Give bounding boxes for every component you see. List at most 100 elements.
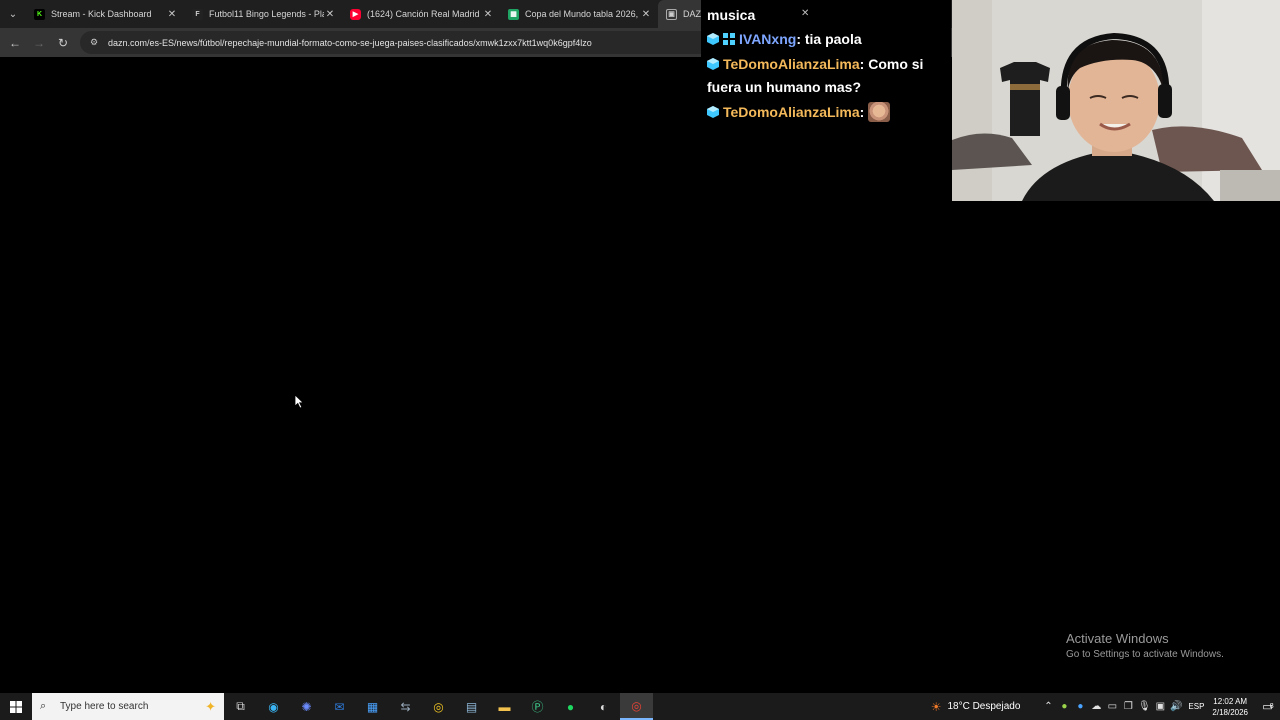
- chat-text: : tia paola: [796, 31, 862, 47]
- app-p-icon: Ⓟ: [531, 700, 544, 714]
- chat-overlay: musica ✕ IVANxng: tia paola TeDomoAlianz…: [701, 0, 951, 140]
- tab-kick[interactable]: K Stream - Kick Dashboard ✕: [26, 0, 184, 28]
- webcam-feed: [952, 0, 1280, 201]
- task-view-icon: ⧉: [236, 699, 245, 713]
- copilot-button[interactable]: ✺: [290, 693, 323, 720]
- app-p-button[interactable]: Ⓟ: [521, 693, 554, 720]
- spotify-button[interactable]: ●: [554, 693, 587, 720]
- store-button[interactable]: ▦: [356, 693, 389, 720]
- tab-youtube[interactable]: ▶ (1624) Canción Real Madrid vs ✕: [342, 0, 500, 28]
- back-button[interactable]: ←: [3, 31, 27, 55]
- mail-icon: ✉: [334, 699, 345, 714]
- tab-label: Futbol11 Bingo Legends - Play: [209, 9, 324, 19]
- dazn-icon: ▣: [666, 8, 677, 20]
- app-tray-icon[interactable]: ●: [1056, 701, 1072, 712]
- volume-icon[interactable]: 🔊: [1168, 701, 1184, 712]
- chat-username: TeDomoAlianzaLima: [723, 56, 860, 72]
- notification-button[interactable]: ▭ 8: [1256, 693, 1280, 720]
- reload-button[interactable]: ↻: [51, 31, 75, 55]
- edge-icon: ◉: [268, 699, 279, 714]
- close-icon[interactable]: ✕: [166, 9, 178, 20]
- chrome-icon: ◎: [433, 699, 444, 714]
- app-button[interactable]: ⇆: [389, 693, 422, 720]
- forward-button[interactable]: →: [27, 31, 51, 55]
- futbol11-icon: F: [192, 8, 203, 20]
- activate-windows-subtitle: Go to Settings to activate Windows.: [1066, 649, 1224, 660]
- emote-face-icon: [868, 102, 891, 122]
- youtube-icon: ▶: [350, 8, 361, 20]
- chat-username: IVANxng: [739, 31, 797, 47]
- clock-time: 12:02 AM: [1213, 696, 1248, 706]
- clock[interactable]: 12:02 AM 2/18/2026: [1212, 696, 1248, 718]
- notepad-icon: ▤: [465, 699, 478, 714]
- notepad-button[interactable]: ▤: [455, 693, 488, 720]
- url-text: dazn.com/es-ES/news/fútbol/repechaje-mun…: [108, 37, 592, 48]
- weather-text: 18°C Despejado: [947, 701, 1021, 712]
- reload-icon: ↻: [57, 35, 69, 50]
- spotify-icon: ●: [566, 699, 575, 714]
- tab-label: (1624) Canción Real Madrid vs: [367, 9, 482, 19]
- taskbar-search-box[interactable]: ⌕ Type here to search ✦: [32, 693, 224, 720]
- chat-message: IVANxng: tia paola: [707, 28, 945, 51]
- subscriber-badge-icon: [707, 33, 719, 45]
- verified-badge-icon: [723, 33, 735, 45]
- mouse-cursor-icon: [294, 394, 304, 409]
- obs-icon: ◐: [599, 699, 608, 714]
- weather-icon: ☀: [930, 699, 942, 714]
- chevron-down-icon: ⌄: [8, 8, 18, 20]
- search-placeholder: Type here to search: [60, 701, 149, 712]
- search-icon: ⌕: [40, 700, 47, 712]
- system-tray: ☀ 18°C Despejado ⌃ ● ● ☁ ▭ ❐ 🎙 ▣ 🔊 ESP 1…: [931, 693, 1280, 720]
- app-tray-icon[interactable]: ●: [1072, 701, 1088, 712]
- task-view-button[interactable]: ⧉: [224, 693, 257, 720]
- copilot-icon: ✺: [301, 699, 312, 714]
- tab-search-button[interactable]: ⌄: [0, 0, 26, 28]
- kick-icon: K: [34, 8, 45, 20]
- activate-windows-watermark: Activate Windows Go to Settings to activ…: [1066, 631, 1224, 660]
- cloud-icon[interactable]: ☁: [1088, 701, 1104, 712]
- close-icon[interactable]: ✕: [640, 9, 652, 20]
- arrow-left-icon: ←: [9, 35, 21, 50]
- store-icon: ▦: [366, 699, 379, 714]
- clock-date: 2/18/2026: [1212, 707, 1248, 717]
- edge-button[interactable]: ◉: [257, 693, 290, 720]
- language-indicator[interactable]: ESP: [1188, 702, 1204, 711]
- webcam-image: [952, 0, 1280, 201]
- windows-taskbar: ⌕ Type here to search ✦ ⧉ ◉ ✺ ✉ ▦ ⇆ ◎ ▤ …: [0, 693, 1280, 720]
- chrome-active-button[interactable]: ◎: [620, 693, 653, 720]
- sparkle-icon: ✦: [205, 698, 216, 714]
- arrow-right-icon: →: [33, 35, 45, 50]
- close-icon[interactable]: ✕: [324, 9, 336, 20]
- chat-text: :: [859, 104, 869, 120]
- site-info-icon[interactable]: ⚙: [88, 37, 100, 49]
- close-icon[interactable]: ✕: [482, 9, 494, 20]
- weather-widget[interactable]: ☀ 18°C Despejado: [931, 700, 1021, 714]
- subscriber-badge-icon: [707, 106, 719, 118]
- chat-message: TeDomoAlianzaLima: Como si fuera un huma…: [707, 53, 945, 99]
- close-icon: ✕: [801, 8, 810, 19]
- sheets-icon: ▦: [508, 8, 519, 20]
- arrows-icon: ⇆: [400, 699, 411, 714]
- tab-label: Copa del Mundo tabla 2026, fo: [525, 9, 640, 19]
- tab-copa-del-mundo[interactable]: ▦ Copa del Mundo tabla 2026, fo ✕: [500, 0, 658, 28]
- copy-icon[interactable]: ❐: [1120, 701, 1136, 712]
- subscriber-badge-icon: [707, 58, 719, 70]
- folder-icon: ▬: [498, 699, 511, 714]
- file-explorer-button[interactable]: ▬: [488, 693, 521, 720]
- chat-title: musica: [707, 7, 756, 23]
- network-icon[interactable]: ▣: [1152, 701, 1168, 712]
- windows-logo-icon: [10, 700, 22, 713]
- chrome-button[interactable]: ◎: [422, 693, 455, 720]
- notification-count: 8: [1269, 703, 1274, 710]
- outlook-button[interactable]: ✉: [323, 693, 356, 720]
- start-button[interactable]: [0, 693, 32, 720]
- screen: ⌄ K Stream - Kick Dashboard ✕ F Futbol11…: [0, 0, 1280, 720]
- chrome-icon: ◎: [631, 698, 642, 713]
- chevron-up-icon[interactable]: ⌃: [1040, 701, 1056, 712]
- microphone-icon[interactable]: 🎙: [1136, 701, 1152, 712]
- tab-futbol11[interactable]: F Futbol11 Bingo Legends - Play ✕: [184, 0, 342, 28]
- chat-username: TeDomoAlianzaLima: [723, 104, 860, 120]
- chat-message: TeDomoAlianzaLima:: [707, 101, 945, 124]
- obs-button[interactable]: ◐: [587, 693, 620, 720]
- battery-icon[interactable]: ▭: [1104, 701, 1120, 712]
